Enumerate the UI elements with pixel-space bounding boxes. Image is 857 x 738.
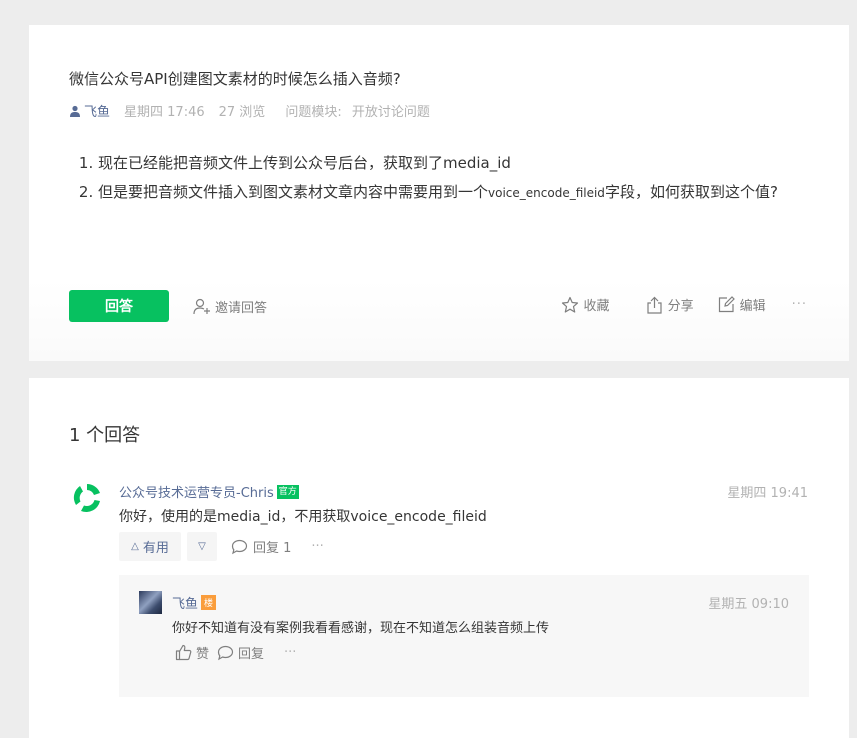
downvote-button[interactable]: ▽	[187, 532, 217, 561]
comment-icon	[231, 539, 248, 554]
comment-reply-button[interactable]: 回复	[217, 643, 264, 662]
question-time: 星期四 17:46	[124, 105, 205, 120]
comment-text: 你好不知道有没有案例我看看感谢，现在不知道怎么组装音频上传	[172, 621, 550, 636]
answer-time: 星期四 19:41	[727, 486, 808, 501]
invite-user-icon	[193, 298, 210, 314]
invite-label: 邀请回答	[215, 301, 268, 316]
invite-answer-button[interactable]: 邀请回答	[193, 297, 267, 316]
edit-icon	[718, 296, 735, 313]
edit-button[interactable]: 编辑	[718, 295, 766, 314]
favorite-label: 收藏	[583, 299, 610, 314]
question-body: 现在已经能把音频文件上传到公众号后台，获取到了media_id 但是要把音频文件…	[78, 149, 788, 208]
answer-more-icon[interactable]: ···	[311, 539, 323, 554]
op-badge: 楼	[201, 595, 217, 610]
comment-time: 星期五 09:10	[708, 597, 789, 612]
like-button[interactable]: 赞	[175, 643, 209, 662]
question-body-item: 但是要把音频文件插入到图文素材文章内容中需要用到一个voice_encode_f…	[98, 178, 788, 208]
answer-reply-label: 回复 1	[253, 541, 292, 556]
answer-count: 1 个回答	[69, 425, 141, 446]
useful-label: 有用	[142, 541, 169, 556]
wechat-official-logo-icon	[73, 484, 100, 513]
question-module-label: 问题模块:	[285, 105, 342, 120]
answer-reply-button[interactable]: 回复 1	[231, 537, 291, 556]
question-actions: 收藏 分享 编辑 ···	[537, 295, 807, 314]
question-module[interactable]: 问题模块: 开放讨论问题	[285, 101, 430, 120]
star-icon	[561, 296, 578, 313]
share-button[interactable]: 分享	[646, 295, 694, 314]
downvote-icon: ▽	[198, 541, 206, 552]
question-body-item: 现在已经能把音频文件上传到公众号后台，获取到了media_id	[98, 149, 788, 178]
answer-text: 你好，使用的是media_id，不用获取voice_encode_fileid	[119, 509, 487, 525]
question-meta: 飞鱼 星期四 17:46 27 浏览 问题模块: 开放讨论问题	[69, 101, 444, 120]
question-author-name: 飞鱼	[84, 105, 111, 120]
share-label: 分享	[667, 299, 694, 314]
comment-reply-label: 回复	[238, 647, 265, 662]
answer-actions: △ 有用 ▽ 回复 1 ···	[119, 532, 324, 561]
answer-button[interactable]: 回答	[69, 290, 169, 322]
useful-button[interactable]: △ 有用	[119, 532, 181, 561]
share-icon	[646, 296, 662, 314]
commenter-name: 飞鱼	[172, 597, 199, 612]
thumbs-up-icon	[175, 644, 192, 661]
comment-box: 飞鱼 楼 星期五 09:10 你好不知道有没有案例我看看感谢，现在不知道怎么组装…	[119, 575, 809, 697]
question-card: 微信公众号API创建图文素材的时候怎么插入音频? 飞鱼 星期四 17:46 27…	[29, 25, 849, 361]
more-icon[interactable]: ···	[792, 297, 807, 312]
answer-author-name: 公众号技术运营专员-Chris	[119, 486, 274, 501]
question-title: 微信公众号API创建图文素材的时候怎么插入音频?	[69, 70, 401, 88]
edit-label: 编辑	[739, 299, 766, 314]
answer-author[interactable]: 公众号技术运营专员-Chris 官方	[119, 482, 299, 501]
question-module-value: 开放讨论问题	[351, 105, 430, 120]
commenter-avatar[interactable]	[139, 591, 162, 614]
user-icon	[70, 105, 80, 117]
official-badge: 官方	[276, 484, 299, 499]
question-author[interactable]: 飞鱼	[69, 101, 110, 120]
comment-more-icon[interactable]: ···	[284, 645, 296, 660]
commenter[interactable]: 飞鱼 楼	[172, 593, 217, 612]
upvote-icon: △	[131, 541, 139, 552]
favorite-button[interactable]: 收藏	[561, 295, 610, 314]
official-avatar[interactable]	[69, 480, 105, 516]
comment-icon	[217, 645, 234, 660]
comment-actions: 赞 回复 ···	[175, 643, 296, 662]
question-views: 27 浏览	[218, 105, 266, 120]
like-label: 赞	[196, 647, 210, 662]
answers-card: 1 个回答 公众号技术运营专员-Chris 官方 星期四 19:41 你好，使用…	[29, 378, 849, 738]
